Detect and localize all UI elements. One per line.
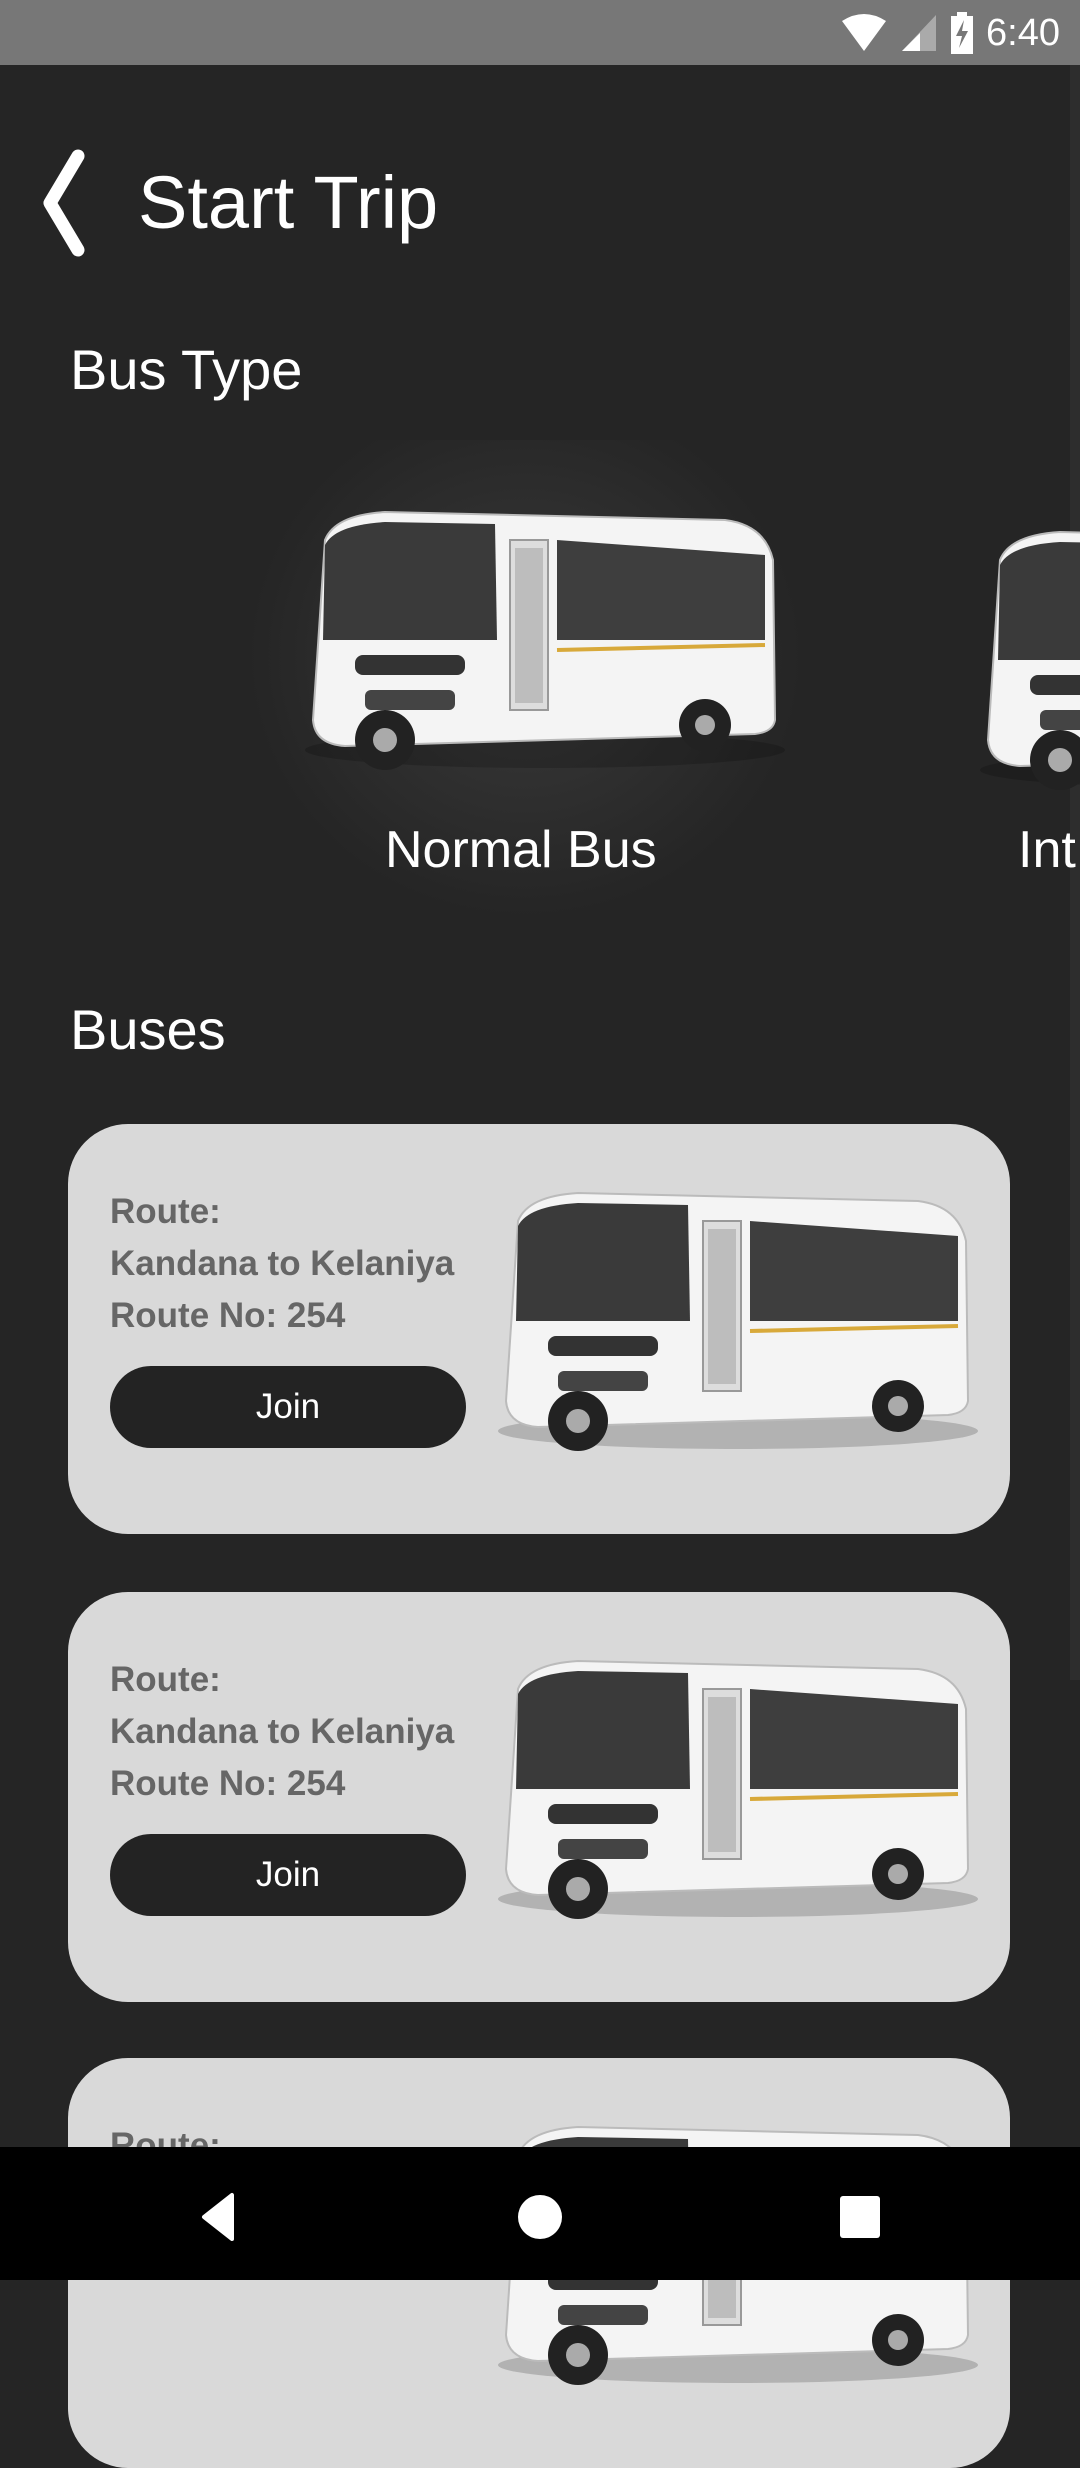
route-name: Kandana to Kelaniya xyxy=(110,1712,455,1751)
bus-type-heading: Bus Type xyxy=(70,338,303,401)
battery-charging-icon xyxy=(951,12,974,54)
status-bar: 6:40 xyxy=(0,0,1080,65)
bus-card: Route: Kandana to Kelaniya Route No: 254… xyxy=(68,1592,1010,2002)
back-button[interactable] xyxy=(36,148,96,258)
recents-icon xyxy=(840,2196,880,2238)
nav-recents-button[interactable] xyxy=(830,2187,890,2247)
bus-image xyxy=(978,530,1080,790)
clock: 6:40 xyxy=(986,11,1060,54)
join-button[interactable]: Join xyxy=(110,1834,466,1916)
bus-type-normal[interactable]: Normal Bus xyxy=(245,440,805,920)
back-icon xyxy=(202,2193,234,2241)
chevron-left-icon xyxy=(43,149,85,257)
join-button[interactable]: Join xyxy=(110,1366,466,1448)
navigation-bar xyxy=(0,2147,1080,2280)
wifi-icon xyxy=(842,14,887,51)
bus-type-carousel[interactable]: Normal Bus Int xyxy=(0,440,1080,920)
route-name: Kandana to Kelaniya xyxy=(110,1244,455,1283)
nav-home-button[interactable] xyxy=(510,2187,570,2247)
bus-type-label: Normal Bus xyxy=(385,821,657,879)
page-title: Start Trip xyxy=(138,161,439,244)
route-number: Route No: 254 xyxy=(110,1764,346,1803)
route-label: Route: xyxy=(110,1660,221,1699)
bus-card: Route: Kandana to Kelaniya Route No: 254… xyxy=(68,1124,1010,1534)
home-icon xyxy=(518,2195,562,2239)
bus-image xyxy=(496,1191,980,1453)
bus-image xyxy=(303,510,787,770)
signal-icon xyxy=(902,15,937,51)
route-number: Route No: 254 xyxy=(110,1296,346,1335)
bus-image xyxy=(496,1659,980,1921)
buses-heading: Buses xyxy=(70,998,226,1061)
route-label: Route: xyxy=(110,1192,221,1231)
bus-type-intercity[interactable]: Int xyxy=(960,440,1080,920)
bus-type-label: Int xyxy=(1018,821,1076,879)
nav-back-button[interactable] xyxy=(190,2187,250,2247)
